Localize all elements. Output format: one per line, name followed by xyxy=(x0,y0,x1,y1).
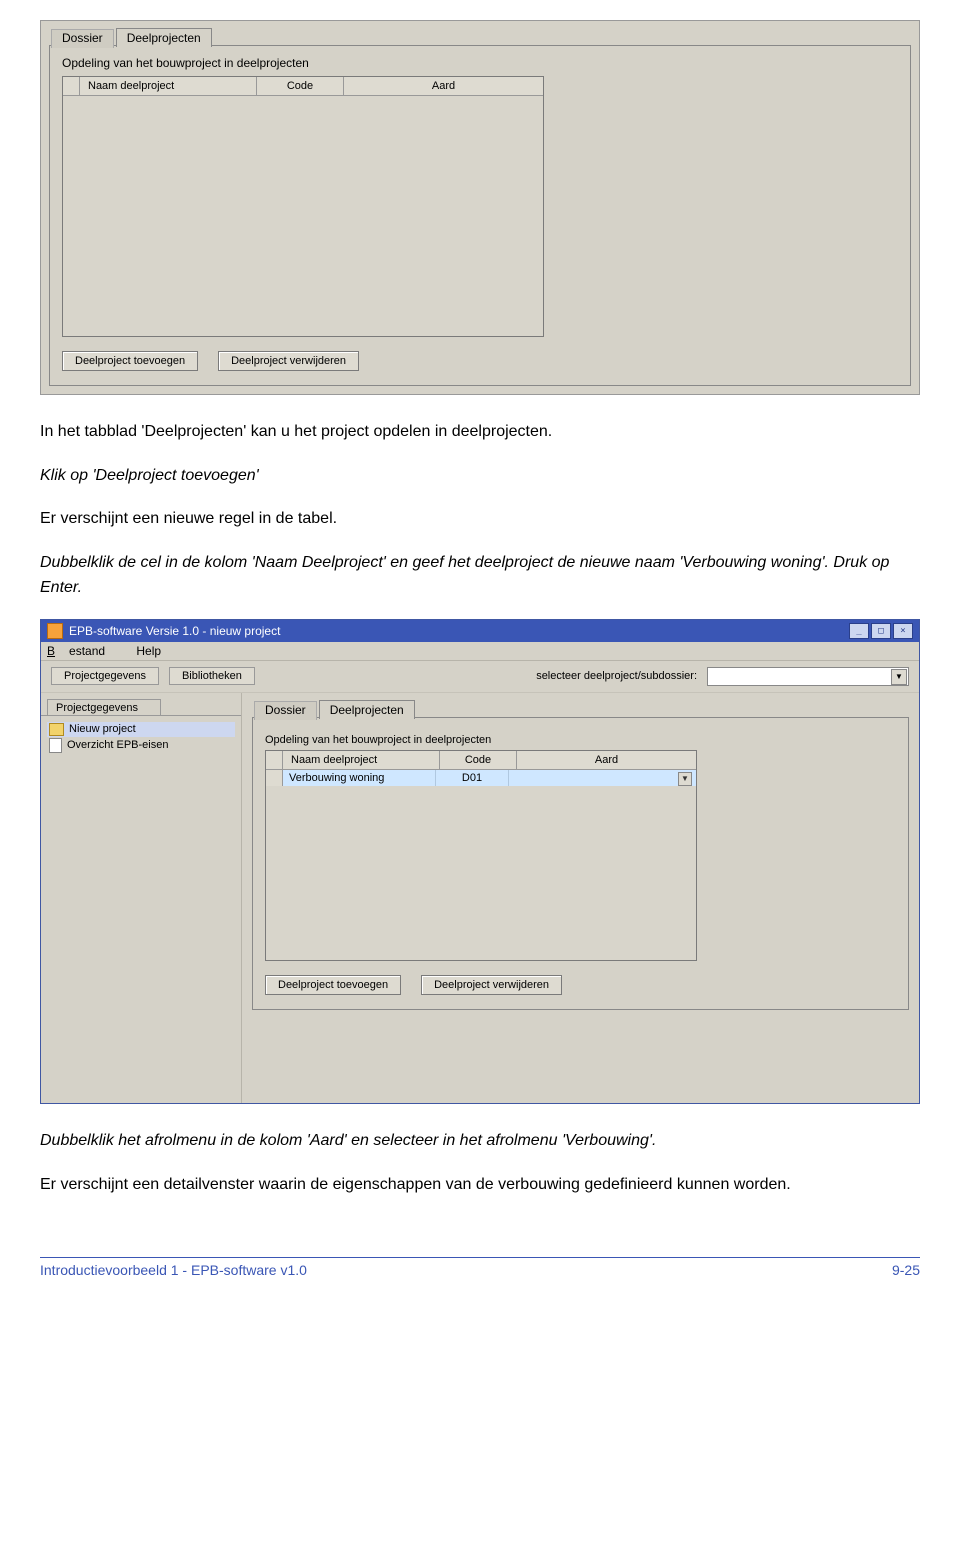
group-label: Opdeling van het bouwproject in deelproj… xyxy=(62,56,898,70)
page-icon xyxy=(49,738,62,753)
app-icon xyxy=(47,623,63,639)
deelprojecten-table: Naam deelproject Code Aard xyxy=(62,76,544,337)
add-deelproject-button[interactable]: Deelproject toevoegen xyxy=(265,975,401,995)
subdossier-select[interactable]: ▼ xyxy=(707,667,909,686)
col-code[interactable]: Code xyxy=(440,751,517,770)
remove-deelproject-button[interactable]: Deelproject verwijderen xyxy=(421,975,562,995)
tab-dossier[interactable]: Dossier xyxy=(254,701,317,720)
paragraph-2: Klik op 'Deelproject toevoegen' xyxy=(40,463,920,489)
chevron-down-icon: ▼ xyxy=(891,669,907,685)
footer-left: Introductievoorbeeld 1 - EPB-software v1… xyxy=(40,1262,307,1278)
col-naam[interactable]: Naam deelproject xyxy=(283,751,440,770)
tab-dossier[interactable]: Dossier xyxy=(51,29,114,48)
tree-item-nieuw-project[interactable]: Nieuw project xyxy=(47,722,235,737)
toolbar-select-label: selecteer deelproject/subdossier: xyxy=(536,670,697,682)
col-naam[interactable]: Naam deelproject xyxy=(80,77,257,96)
app-window: EPB-software Versie 1.0 - nieuw project … xyxy=(40,619,920,1104)
add-deelproject-button[interactable]: Deelproject toevoegen xyxy=(62,351,198,371)
tree-item-label: Overzicht EPB-eisen xyxy=(67,739,168,751)
sidebar: Projectgegevens Nieuw project Overzicht … xyxy=(41,693,242,1103)
chevron-down-icon: ▼ xyxy=(678,772,692,786)
row-header-blank xyxy=(266,751,283,770)
paragraph-4: Dubbelklik de cel in de kolom 'Naam Deel… xyxy=(40,550,920,601)
remove-deelproject-button[interactable]: Deelproject verwijderen xyxy=(218,351,359,371)
cell-code[interactable]: D01 xyxy=(436,770,509,786)
menu-help[interactable]: Help xyxy=(136,644,161,658)
menubar: Bestand Help xyxy=(41,642,919,661)
cell-naam[interactable]: Verbouwing woning xyxy=(283,770,436,786)
col-aard[interactable]: Aard xyxy=(344,77,543,96)
col-code[interactable]: Code xyxy=(257,77,344,96)
table-row[interactable]: Verbouwing woning D01 ▼ xyxy=(266,770,696,786)
menu-bestand[interactable]: Bestand xyxy=(47,644,119,658)
col-aard[interactable]: Aard xyxy=(517,751,696,770)
deelprojecten-table: Naam deelproject Code Aard Verbouwing wo… xyxy=(265,750,697,961)
footer-right: 9-25 xyxy=(892,1262,920,1278)
toolbar-bibliotheken-button[interactable]: Bibliotheken xyxy=(169,667,255,685)
paragraph-6: Er verschijnt een detailvenster waarin d… xyxy=(40,1172,920,1198)
group-label: Opdeling van het bouwproject in deelproj… xyxy=(265,734,896,746)
screenshot-panel-1: Dossier Deelprojecten Opdeling van het b… xyxy=(40,20,920,395)
tab-deelprojecten[interactable]: Deelprojecten xyxy=(319,700,415,719)
cell-aard[interactable]: ▼ xyxy=(509,770,696,786)
maximize-button[interactable]: □ xyxy=(871,623,891,639)
table-body-empty[interactable] xyxy=(63,96,543,336)
page-footer: Introductievoorbeeld 1 - EPB-software v1… xyxy=(40,1257,920,1278)
tab-deelprojecten[interactable]: Deelprojecten xyxy=(116,28,212,47)
paragraph-5: Dubbelklik het afrolmenu in de kolom 'Aa… xyxy=(40,1128,920,1154)
tree-item-label: Nieuw project xyxy=(69,723,136,735)
row-header-blank xyxy=(63,77,80,96)
toolbar-projectgegevens-button[interactable]: Projectgegevens xyxy=(51,667,159,685)
folder-icon xyxy=(49,723,64,736)
paragraph-1: In het tabblad 'Deelprojecten' kan u het… xyxy=(40,419,920,445)
tree-item-overzicht[interactable]: Overzicht EPB-eisen xyxy=(47,737,235,754)
window-title: EPB-software Versie 1.0 - nieuw project xyxy=(69,624,280,638)
paragraph-3: Er verschijnt een nieuwe regel in de tab… xyxy=(40,506,920,532)
close-button[interactable]: × xyxy=(893,623,913,639)
titlebar: EPB-software Versie 1.0 - nieuw project … xyxy=(41,620,919,642)
sidebar-tab-projectgegevens[interactable]: Projectgegevens xyxy=(47,699,161,716)
minimize-button[interactable]: _ xyxy=(849,623,869,639)
